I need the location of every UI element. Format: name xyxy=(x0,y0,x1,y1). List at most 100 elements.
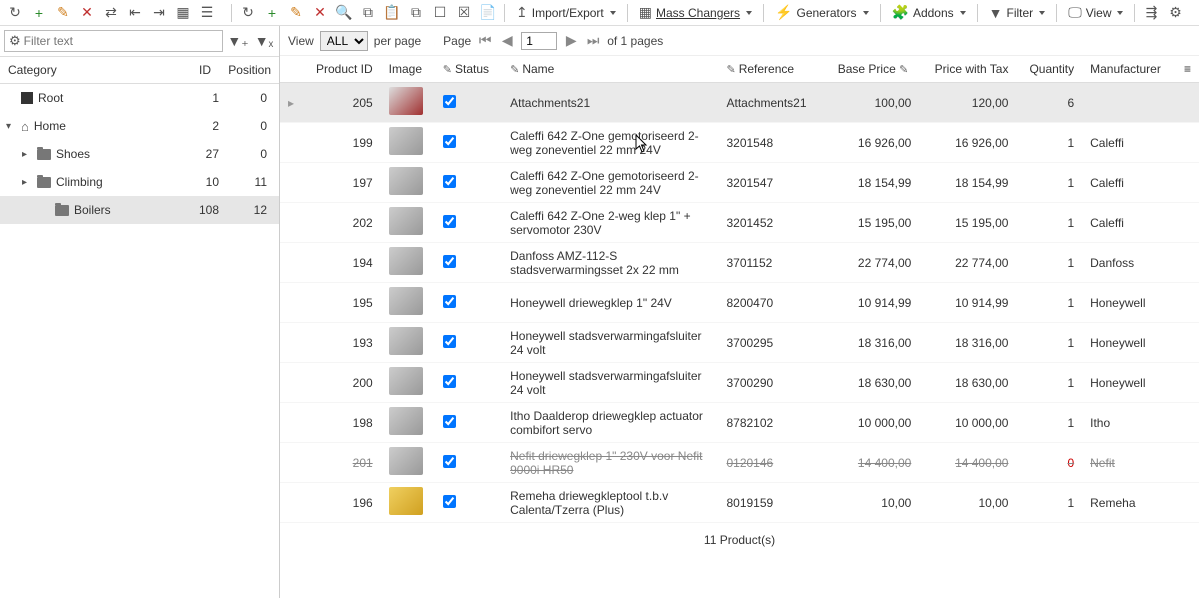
cell-status[interactable] xyxy=(435,203,502,243)
cell-status[interactable] xyxy=(435,403,502,443)
header-position[interactable]: Position xyxy=(219,57,279,83)
cell-reference[interactable]: 3700295 xyxy=(718,323,822,363)
cell-reference[interactable]: 8019159 xyxy=(718,483,822,523)
cell-status[interactable] xyxy=(435,363,502,403)
product-row[interactable]: 197Caleffi 642 Z-One gemotoriseerd 2-weg… xyxy=(280,163,1199,203)
import-export-dropdown[interactable]: ↥ Import/Export xyxy=(510,2,622,24)
expand-toggle[interactable] xyxy=(280,443,302,483)
cell-name[interactable]: Honeywell stadsverwarmingafsluiter 24 vo… xyxy=(502,323,718,363)
edit-category-button[interactable]: ✎ xyxy=(52,2,74,24)
cell-reference[interactable]: 3701152 xyxy=(718,243,822,283)
status-checkbox[interactable] xyxy=(443,455,456,468)
addons-dropdown[interactable]: 🧩 Addons xyxy=(886,2,972,24)
cell-reference[interactable]: 3201547 xyxy=(718,163,822,203)
tree-view-button[interactable]: ⇶ xyxy=(1140,2,1162,24)
header-name[interactable]: ✎Name xyxy=(502,56,718,83)
status-checkbox[interactable] xyxy=(443,295,456,308)
view-dropdown[interactable]: 🖵 View xyxy=(1062,2,1129,24)
tree-row-climbing[interactable]: ▸Climbing1011 xyxy=(0,168,279,196)
refresh-grid-button[interactable]: ↻ xyxy=(237,2,259,24)
expand-toggle[interactable] xyxy=(280,283,302,323)
header-menu[interactable]: ≡ xyxy=(1176,56,1199,83)
cell-base-price[interactable]: 22 774,00 xyxy=(822,243,919,283)
cell-reference[interactable]: 3201548 xyxy=(718,123,822,163)
status-checkbox[interactable] xyxy=(443,375,456,388)
tree-toggle[interactable]: ▾ xyxy=(6,121,16,132)
filter-apply-button[interactable]: ▼₊ xyxy=(227,30,249,52)
tree-toggle[interactable]: ▸ xyxy=(22,177,32,188)
cell-base-price[interactable]: 15 195,00 xyxy=(822,203,919,243)
status-checkbox[interactable] xyxy=(443,415,456,428)
cell-status[interactable] xyxy=(435,443,502,483)
delete-category-button[interactable]: ✕ xyxy=(76,2,98,24)
cell-status[interactable] xyxy=(435,243,502,283)
prev-page-button[interactable]: ◀ xyxy=(499,32,515,49)
status-checkbox[interactable] xyxy=(443,175,456,188)
clipboard-button[interactable]: 📄 xyxy=(477,2,499,24)
product-row[interactable]: 198Itho Daalderop driewegklep actuator c… xyxy=(280,403,1199,443)
status-checkbox[interactable] xyxy=(443,495,456,508)
filter-clear-button[interactable]: ▼ₓ xyxy=(253,30,275,52)
mass-changers-dropdown[interactable]: ▦ Mass Changers xyxy=(633,2,758,24)
cell-name[interactable]: Remeha driewegkleptool t.b.v Calenta/Tze… xyxy=(502,483,718,523)
cell-base-price[interactable]: 10 000,00 xyxy=(822,403,919,443)
header-category[interactable]: Category xyxy=(0,57,169,83)
cell-name[interactable]: Nefit driewegklep 1" 230V voor Nefit 900… xyxy=(502,443,718,483)
cell-reference[interactable]: 3201452 xyxy=(718,203,822,243)
add-category-button[interactable]: + xyxy=(28,2,50,24)
cell-name[interactable]: Attachments21 xyxy=(502,83,718,123)
cell-base-price[interactable]: 18 154,99 xyxy=(822,163,919,203)
header-reference[interactable]: ✎Reference xyxy=(718,56,822,83)
cell-name[interactable]: Itho Daalderop driewegklep actuator comb… xyxy=(502,403,718,443)
cell-reference[interactable]: Attachments21 xyxy=(718,83,822,123)
expand-toggle[interactable] xyxy=(280,363,302,403)
cell-status[interactable] xyxy=(435,323,502,363)
filter-input[interactable] xyxy=(24,34,218,48)
delete-product-button[interactable]: ✕ xyxy=(309,2,331,24)
tree-row-shoes[interactable]: ▸Shoes270 xyxy=(0,140,279,168)
tree-row-boilers[interactable]: Boilers10812 xyxy=(0,196,279,224)
select-button[interactable]: ☐ xyxy=(429,2,451,24)
cell-name[interactable]: Caleffi 642 Z-One gemotoriseerd 2-weg zo… xyxy=(502,123,718,163)
product-row[interactable]: 200Honeywell stadsverwarmingafsluiter 24… xyxy=(280,363,1199,403)
add-product-button[interactable]: + xyxy=(261,2,283,24)
search-button[interactable]: 🔍 xyxy=(333,2,355,24)
cell-reference[interactable]: 0120146 xyxy=(718,443,822,483)
product-row[interactable]: 194Danfoss AMZ-112-S stadsverwarmingsset… xyxy=(280,243,1199,283)
tree-toggle[interactable]: ▸ xyxy=(22,149,32,160)
first-page-button[interactable]: ⏮ xyxy=(477,32,493,49)
settings-button[interactable]: ⚙ xyxy=(1164,2,1186,24)
indent-left-button[interactable]: ⇤ xyxy=(124,2,146,24)
clear-select-button[interactable]: ☰ xyxy=(196,2,218,24)
status-checkbox[interactable] xyxy=(443,255,456,268)
indent-right-button[interactable]: ⇥ xyxy=(148,2,170,24)
multi-copy-button[interactable]: ⧉ xyxy=(405,2,427,24)
cell-base-price[interactable]: 10 914,99 xyxy=(822,283,919,323)
filter-dropdown[interactable]: ▼ Filter xyxy=(983,2,1052,24)
status-checkbox[interactable] xyxy=(443,135,456,148)
tree-row-home[interactable]: ▾⌂Home20 xyxy=(0,112,279,140)
edit-product-button[interactable]: ✎ xyxy=(285,2,307,24)
header-quantity[interactable]: Quantity xyxy=(1016,56,1082,83)
view-select[interactable]: ALL xyxy=(320,31,368,51)
deselect-button[interactable]: ☒ xyxy=(453,2,475,24)
cell-name[interactable]: Danfoss AMZ-112-S stadsverwarmingsset 2x… xyxy=(502,243,718,283)
cell-status[interactable] xyxy=(435,163,502,203)
cell-base-price[interactable]: 10,00 xyxy=(822,483,919,523)
status-checkbox[interactable] xyxy=(443,95,456,108)
expand-toggle[interactable]: ▸ xyxy=(280,83,302,123)
header-price-tax[interactable]: Price with Tax xyxy=(919,56,1016,83)
cell-base-price[interactable]: 18 316,00 xyxy=(822,323,919,363)
cell-name[interactable]: Caleffi 642 Z-One 2-weg klep 1" + servom… xyxy=(502,203,718,243)
cell-reference[interactable]: 3700290 xyxy=(718,363,822,403)
tree-row-root[interactable]: Root10 xyxy=(0,84,279,112)
cell-name[interactable]: Caleffi 642 Z-One gemotoriseerd 2-weg zo… xyxy=(502,163,718,203)
product-row[interactable]: 202Caleffi 642 Z-One 2-weg klep 1" + ser… xyxy=(280,203,1199,243)
product-row[interactable]: 196Remeha driewegkleptool t.b.v Calenta/… xyxy=(280,483,1199,523)
product-row[interactable]: 201Nefit driewegklep 1" 230V voor Nefit … xyxy=(280,443,1199,483)
expand-toggle[interactable] xyxy=(280,483,302,523)
filter-input-wrap[interactable]: ⚙ xyxy=(4,30,223,52)
generators-dropdown[interactable]: ⚡ Generators xyxy=(769,2,874,24)
cell-reference[interactable]: 8782102 xyxy=(718,403,822,443)
cell-status[interactable] xyxy=(435,483,502,523)
